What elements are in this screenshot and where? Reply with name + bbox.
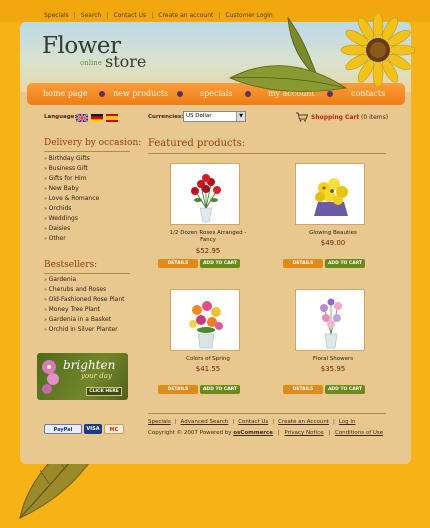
product-card: Floral Showers $35.95 DETAILS ADD TO CAR… xyxy=(283,289,395,409)
roses-bouquet-icon xyxy=(191,174,221,223)
details-button[interactable]: DETAILS xyxy=(283,385,323,394)
product-price: $52.95 xyxy=(195,247,221,255)
occasion-item[interactable]: Daisies xyxy=(44,224,154,234)
bestsellers-heading: Bestsellers: xyxy=(44,260,98,270)
currency-selected-value: US Dollar xyxy=(186,113,212,119)
spain-flag-icon[interactable] xyxy=(106,114,118,122)
product-image[interactable] xyxy=(295,289,365,351)
settings-bar: Language: Currencies: US Dollar ▼ Shoppi… xyxy=(20,110,411,124)
occasion-item[interactable]: Birthday Gifts xyxy=(44,154,154,164)
copyright-line: Copyright © 2007 Powered by osCommerce |… xyxy=(148,430,384,436)
details-button[interactable]: DETAILS xyxy=(283,259,323,268)
shopping-cart-icon[interactable] xyxy=(296,112,308,122)
sunflower-decoration-icon xyxy=(229,12,416,93)
product-price: $35.95 xyxy=(320,365,346,373)
promo-headline: brighten xyxy=(63,358,116,372)
bestseller-item[interactable]: Gardenia in a Basket xyxy=(44,315,154,325)
bestsellers-list: Gardenia Cherubs and Roses Old-Fashioned… xyxy=(44,275,154,335)
occasion-heading: Delivery by occasion: xyxy=(44,138,142,148)
nav-separator-icon xyxy=(99,91,105,97)
top-link-create-account[interactable]: Create an account xyxy=(158,12,213,19)
add-to-cart-button[interactable]: ADD TO CART xyxy=(200,259,240,268)
product-name[interactable]: Floral Showers xyxy=(283,356,383,363)
occasion-item[interactable]: Love & Romance xyxy=(44,194,154,204)
nav-new-products[interactable]: new products xyxy=(113,89,168,98)
footer-link-contact[interactable]: Contact Us xyxy=(238,419,268,425)
footer-link-create-account[interactable]: Create an Account xyxy=(278,419,329,425)
chevron-down-icon: ▼ xyxy=(236,112,245,121)
footer-links: Specials | Advanced Search | Contact Us | Crea… xyxy=(148,419,356,425)
floral-showers-icon xyxy=(320,298,342,349)
logo-online: online xyxy=(80,59,102,67)
product-image[interactable] xyxy=(170,289,240,351)
product-name[interactable]: Glowing Beauties xyxy=(283,230,383,237)
occasion-item[interactable]: Orchids xyxy=(44,204,154,214)
add-to-cart-button[interactable]: ADD TO CART xyxy=(200,385,240,394)
nav-home-page[interactable]: home page xyxy=(43,89,88,98)
product-card: 1/2 Dozen Roses Arranged - Fancy $52.95 … xyxy=(158,163,270,283)
orchid-icon xyxy=(42,360,59,394)
currencies-label: Currencies: xyxy=(148,114,184,120)
footer-link-advanced-search[interactable]: Advanced Search xyxy=(181,419,229,425)
occasion-item[interactable]: Other xyxy=(44,234,154,244)
add-to-cart-button[interactable]: ADD TO CART xyxy=(325,259,365,268)
bestseller-item[interactable]: Orchid in Silver Planter xyxy=(44,325,154,335)
occasion-list: Birthday Gifts Business Gift Gifts for H… xyxy=(44,154,154,244)
product-name[interactable]: Colors of Spring xyxy=(158,356,258,363)
footer-link-specials[interactable]: Specials xyxy=(148,419,171,425)
product-name-line: Fancy xyxy=(200,237,216,243)
occasion-item[interactable]: New Baby xyxy=(44,184,154,194)
mixed-bouquet-icon xyxy=(189,301,223,349)
details-button[interactable]: DETAILS xyxy=(158,259,198,268)
oscommerce-link[interactable]: osCommerce xyxy=(233,430,273,436)
add-to-cart-button[interactable]: ADD TO CART xyxy=(325,385,365,394)
product-name-line: Floral Showers xyxy=(312,356,354,362)
bestseller-item[interactable]: Money Tree Plant xyxy=(44,305,154,315)
visa-badge: VISA xyxy=(84,424,102,434)
copyright-text: Copyright © 2007 Powered by xyxy=(148,430,232,436)
occasion-item[interactable]: Weddings xyxy=(44,214,154,224)
product-card: Colors of Spring $41.55 DETAILS ADD TO C… xyxy=(158,289,270,409)
top-link-contact[interactable]: Contact Us xyxy=(113,12,146,19)
divider xyxy=(44,151,130,152)
product-name-line: Glowing Beauties xyxy=(309,230,357,236)
conditions-of-use-link[interactable]: Conditions of Use xyxy=(335,430,383,436)
divider xyxy=(44,273,130,274)
product-price: $49.00 xyxy=(320,239,346,247)
product-card: Glowing Beauties $49.00 DETAILS ADD TO C… xyxy=(283,163,395,283)
privacy-notice-link[interactable]: Privacy Notice xyxy=(284,430,323,436)
promo-click-here-button[interactable]: CLICK HERE xyxy=(86,387,122,396)
details-button[interactable]: DETAILS xyxy=(158,385,198,394)
yellow-bouquet-icon xyxy=(314,178,348,216)
featured-heading: Featured products: xyxy=(148,138,246,149)
bestseller-item[interactable]: Old-Fashioned Rose Plant xyxy=(44,295,154,305)
product-price: $41.55 xyxy=(195,365,221,373)
bestseller-item[interactable]: Cherubs and Roses xyxy=(44,285,154,295)
footer-link-login[interactable]: Log In xyxy=(339,419,356,425)
promo-subline: your day xyxy=(81,372,112,380)
divider xyxy=(148,413,386,414)
occasion-item[interactable]: Gifts for Him xyxy=(44,174,154,184)
top-link-specials[interactable]: Specials xyxy=(44,12,69,19)
currency-select[interactable]: US Dollar ▼ xyxy=(183,111,246,122)
brighten-promo-banner[interactable]: brighten your day CLICK HERE xyxy=(37,353,128,400)
product-name[interactable]: 1/2 Dozen Roses Arranged - Fancy xyxy=(158,230,258,244)
germany-flag-icon[interactable] xyxy=(91,114,103,122)
top-link-search[interactable]: Search xyxy=(81,12,102,19)
divider xyxy=(148,153,386,154)
language-label: Language: xyxy=(44,114,77,120)
bestseller-item[interactable]: Gardenia xyxy=(44,275,154,285)
occasion-item[interactable]: Business Gift xyxy=(44,164,154,174)
product-name-line: Colors of Spring xyxy=(186,356,230,362)
product-image[interactable] xyxy=(295,163,365,225)
cart-item-count: (0 items) xyxy=(361,114,389,121)
shopping-cart-link[interactable]: Shopping Cart xyxy=(311,114,359,121)
paypal-badge: PayPal xyxy=(44,424,82,434)
uk-flag-icon[interactable] xyxy=(76,114,88,122)
product-image[interactable] xyxy=(170,163,240,225)
logo-store: store xyxy=(105,52,147,71)
mastercard-badge: MC xyxy=(104,424,124,434)
product-name-line: 1/2 Dozen Roses Arranged - xyxy=(169,230,247,236)
nav-separator-icon xyxy=(177,91,183,97)
